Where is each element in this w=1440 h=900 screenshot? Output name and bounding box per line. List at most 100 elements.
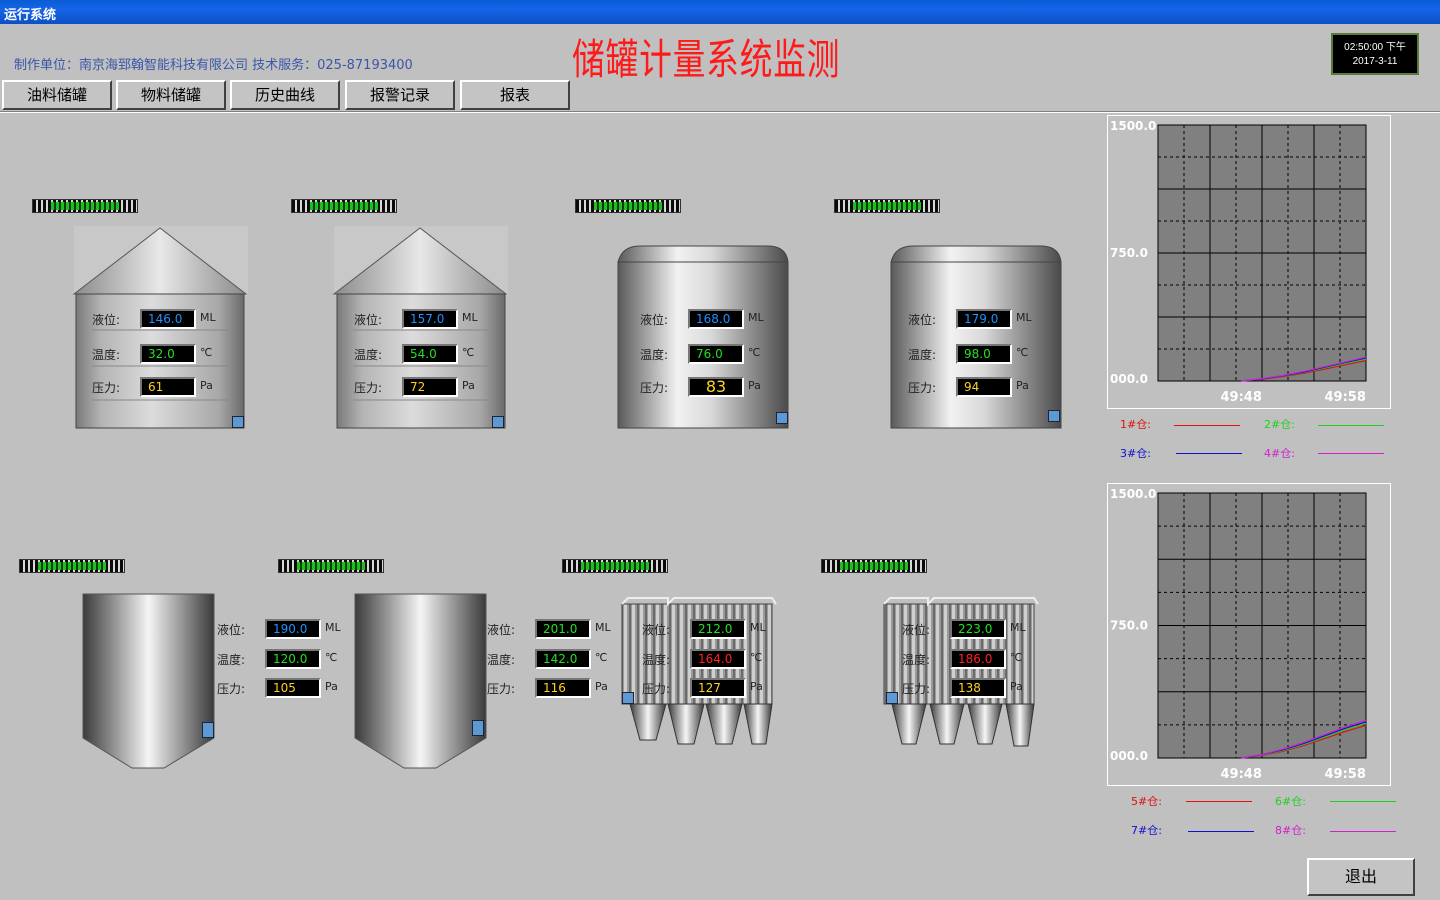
tank-4-graphic [890, 245, 1062, 429]
exit-button[interactable]: 退出 [1307, 858, 1415, 896]
tank-3-led-strip [575, 199, 681, 213]
temp-label: 温度: [640, 348, 669, 362]
tank-2-led-strip [291, 199, 397, 213]
tank-5-graphic [82, 593, 215, 769]
temp-label: 温度: [217, 653, 246, 667]
temp-unit: ℃ [1016, 346, 1029, 359]
tank-2-level-value: 157.0 [402, 309, 458, 329]
pressure-unit: Pa [595, 680, 608, 693]
x-tick-label: 49:58 [1325, 767, 1366, 782]
level-label: 液位: [487, 623, 516, 637]
pressure-unit: Pa [200, 379, 213, 392]
tank-6-led-strip [278, 559, 384, 573]
y-tick-label: 000.0 [1110, 749, 1148, 763]
trend-chart-2-plot: 1500.0 750.0 000.0 49:48 49:58 [1110, 487, 1367, 782]
tank-5-temp-value: 120.0 [265, 649, 321, 669]
legend-2-label: 2#仓: [1264, 418, 1295, 431]
tank-3-pressure-value: 83 [688, 377, 744, 397]
level-unit: ML [748, 311, 764, 324]
tank-4-pressure-value: 94 [956, 377, 1012, 397]
y-tick-label: 000.0 [1110, 372, 1148, 386]
level-unit: ML [750, 621, 766, 634]
trend-chart-2: 1500.0 750.0 000.0 49:48 49:58 [1107, 483, 1391, 786]
temp-unit: ℃ [462, 346, 475, 359]
tank-3-status-indicator [776, 412, 788, 424]
tank-4-level-value: 179.0 [956, 309, 1012, 329]
tank-7-level-value: 212.0 [690, 619, 746, 639]
level-label: 液位: [902, 623, 931, 637]
tank-3-level-value: 168.0 [688, 309, 744, 329]
y-tick-label: 1500.0 [1110, 487, 1156, 501]
level-label: 液位: [217, 623, 246, 637]
temp-label: 温度: [354, 348, 383, 362]
tank-5-pressure-value: 105 [265, 678, 321, 698]
y-tick-label: 750.0 [1110, 246, 1148, 260]
legend-1-swatch [1174, 425, 1240, 426]
temp-unit: ℃ [750, 651, 763, 664]
pressure-label: 压力: [640, 381, 669, 395]
tank-1-temp-value: 32.0 [140, 344, 196, 364]
tank-7-led-strip [562, 559, 668, 573]
legend-8-swatch [1330, 831, 1396, 832]
tank-6-level-value: 201.0 [535, 619, 591, 639]
legend-3-label: 3#仓: [1120, 447, 1151, 460]
level-unit: ML [1010, 621, 1026, 634]
tank-5-level-value: 190.0 [265, 619, 321, 639]
pressure-unit: Pa [748, 379, 761, 392]
temp-unit: ℃ [200, 346, 213, 359]
temp-unit: ℃ [748, 346, 761, 359]
tank-1-pressure-value: 61 [140, 377, 196, 397]
level-unit: ML [1016, 311, 1032, 324]
level-label: 液位: [354, 313, 383, 327]
pressure-unit: Pa [1010, 680, 1023, 693]
level-unit: ML [595, 621, 611, 634]
tank-2-status-indicator [492, 416, 504, 428]
level-label: 液位: [642, 623, 671, 637]
pressure-label: 压力: [487, 682, 516, 696]
legend-4-swatch [1318, 453, 1384, 454]
tank-6-graphic [354, 593, 487, 769]
legend-5-swatch [1186, 801, 1252, 802]
level-label: 液位: [908, 313, 937, 327]
legend-1-label: 1#仓: [1120, 418, 1151, 431]
clock-display: 02:50:00 下午 2017-3-11 [1331, 33, 1419, 75]
tank-3-graphic [617, 245, 789, 429]
tank-4-status-indicator [1048, 410, 1060, 422]
clock-date: 2017-3-11 [1352, 56, 1398, 67]
level-unit: ML [462, 311, 478, 324]
temp-label: 温度: [92, 348, 121, 362]
x-tick-label: 49:58 [1325, 390, 1366, 405]
tank-2-pressure-value: 72 [402, 377, 458, 397]
tank-8-status-indicator [886, 692, 898, 704]
temp-unit: ℃ [595, 651, 608, 664]
legend-6-swatch [1330, 801, 1396, 802]
tank-6-status-indicator [472, 720, 484, 736]
x-tick-label: 49:48 [1221, 390, 1262, 405]
pressure-unit: Pa [1016, 379, 1029, 392]
tank-8-led-strip [821, 559, 927, 573]
trend-chart-1-plot: 1500.0 750.0 000.0 49:48 49:58 [1110, 119, 1367, 405]
pressure-label: 压力: [642, 682, 671, 696]
pressure-label: 压力: [908, 381, 937, 395]
pressure-label: 压力: [217, 682, 246, 696]
temp-label: 温度: [902, 653, 931, 667]
tank-5-led-strip [19, 559, 125, 573]
pressure-unit: Pa [750, 680, 763, 693]
pressure-unit: Pa [325, 680, 338, 693]
pressure-label: 压力: [902, 682, 931, 696]
trend-chart-1: 1500.0 750.0 000.0 49:48 49:58 [1107, 115, 1391, 409]
level-label: 液位: [640, 313, 669, 327]
tank-3-temp-value: 76.0 [688, 344, 744, 364]
tank-7-status-indicator [622, 692, 634, 704]
tank-8-temp-value: 186.0 [950, 649, 1006, 669]
legend-5-label: 5#仓: [1131, 795, 1162, 808]
level-label: 液位: [92, 313, 121, 327]
pressure-unit: Pa [462, 379, 475, 392]
temp-label: 温度: [487, 653, 516, 667]
tank-8-pressure-value: 138 [950, 678, 1006, 698]
y-tick-label: 750.0 [1110, 619, 1148, 633]
x-tick-label: 49:48 [1221, 767, 1262, 782]
legend-4-label: 4#仓: [1264, 447, 1295, 460]
clock-time: 02:50:00 下午 [1344, 42, 1406, 53]
tank-1-led-strip [32, 199, 138, 213]
